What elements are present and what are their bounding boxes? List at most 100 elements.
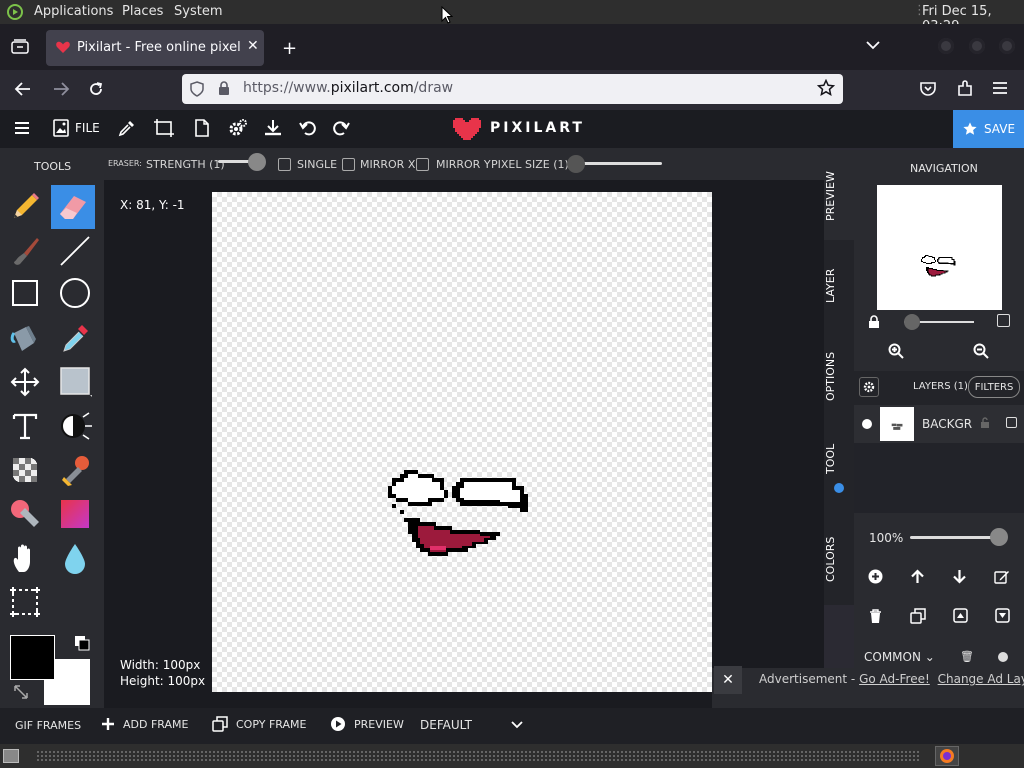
line-tool[interactable] xyxy=(53,229,97,273)
layer-settings-button[interactable] xyxy=(859,377,879,397)
eraser-tool[interactable] xyxy=(51,185,95,229)
window-close-button[interactable] xyxy=(999,38,1015,54)
swap-colors-icon[interactable] xyxy=(74,635,90,651)
fullscreen-checkbox[interactable] xyxy=(997,314,1010,327)
navigation-zoom-handle[interactable] xyxy=(904,314,920,330)
eyedropper-tool-icon[interactable] xyxy=(118,119,136,137)
tab-options[interactable]: OPTIONS xyxy=(824,348,854,404)
undo-icon[interactable] xyxy=(299,119,317,137)
url-bar[interactable]: https://www.pixilart.com/draw xyxy=(182,74,843,104)
download-icon[interactable] xyxy=(264,119,282,137)
pixel-size-slider-handle[interactable] xyxy=(567,155,585,173)
close-ad-button[interactable]: ✕ xyxy=(714,666,742,694)
tab-overview-icon[interactable] xyxy=(11,39,29,55)
os-logo-icon[interactable] xyxy=(7,4,25,20)
rectangle-tool[interactable] xyxy=(3,271,47,315)
shield-icon[interactable] xyxy=(190,81,204,97)
layer-row[interactable]: BACKGROUND xyxy=(854,405,1024,443)
app-menu-icon[interactable] xyxy=(14,121,30,135)
gradient-tool[interactable] xyxy=(53,492,97,536)
tab-layer[interactable]: LAYER xyxy=(824,266,854,306)
single-checkbox[interactable] xyxy=(278,157,291,171)
browser-tab-active[interactable]: Pixilart - Free online pixel ar ✕ xyxy=(46,30,264,66)
firefox-taskbar-button[interactable] xyxy=(935,746,959,766)
preview-button[interactable]: PREVIEW xyxy=(330,716,404,732)
redo-icon[interactable] xyxy=(332,119,350,137)
delete-layer-icon[interactable] xyxy=(869,609,882,624)
menu-places[interactable]: Places xyxy=(122,4,163,19)
bucket-fill-tool[interactable] xyxy=(3,316,47,360)
new-tab-button[interactable]: + xyxy=(282,38,297,59)
mirror-y-checkbox[interactable] xyxy=(416,157,429,171)
primary-color-swatch[interactable] xyxy=(10,635,55,680)
opacity-slider-handle[interactable] xyxy=(990,528,1008,546)
navigation-preview[interactable] xyxy=(877,185,1002,310)
resize-canvas-icon[interactable] xyxy=(153,118,175,138)
tab-preview[interactable]: PREVIEW xyxy=(824,168,854,224)
tab-list-icon[interactable] xyxy=(866,40,880,50)
reset-colors-icon[interactable] xyxy=(13,684,29,700)
pan-tool[interactable] xyxy=(3,536,47,580)
lock-icon[interactable] xyxy=(218,81,230,96)
circle-tool[interactable] xyxy=(53,271,97,315)
zoom-in-icon[interactable] xyxy=(888,343,904,359)
stamp-tool[interactable] xyxy=(53,448,97,492)
merge-up-icon[interactable] xyxy=(953,608,968,623)
frame-mode-select[interactable]: DEFAULT xyxy=(420,718,472,732)
brush-tool[interactable] xyxy=(3,229,47,273)
lock-icon[interactable] xyxy=(868,315,880,329)
move-tool[interactable] xyxy=(3,360,47,404)
show-desktop-icon[interactable] xyxy=(3,749,19,763)
edit-layer-icon[interactable] xyxy=(994,569,1010,584)
drawing-canvas[interactable] xyxy=(212,192,712,692)
file-button[interactable]: FILE xyxy=(53,119,100,137)
common-info-icon[interactable] xyxy=(998,652,1008,662)
dither-tool[interactable] xyxy=(53,404,97,448)
copy-frame-button[interactable]: COPY FRAME xyxy=(212,716,306,732)
layer-visibility-dot[interactable] xyxy=(862,419,872,429)
pixilart-logo-icon[interactable] xyxy=(451,116,483,142)
duplicate-layer-icon[interactable] xyxy=(910,608,926,624)
checker-tool[interactable] xyxy=(3,448,47,492)
opacity-slider-track[interactable] xyxy=(910,536,1000,539)
common-delete-icon[interactable]: 🗑 xyxy=(960,650,974,663)
merge-down-icon[interactable] xyxy=(995,608,1010,623)
pencil-tool[interactable] xyxy=(3,185,47,229)
blur-tool[interactable] xyxy=(53,536,97,580)
gif-frames-label[interactable]: GIF FRAMES xyxy=(15,719,81,732)
zoom-out-icon[interactable] xyxy=(973,343,989,359)
tab-close-icon[interactable]: ✕ xyxy=(247,38,259,54)
save-button[interactable]: SAVE xyxy=(953,110,1024,148)
text-tool[interactable] xyxy=(3,404,47,448)
mirror-x-checkbox[interactable] xyxy=(342,157,355,171)
chevron-down-icon[interactable] xyxy=(511,721,523,729)
back-arrow-icon[interactable] xyxy=(14,81,32,97)
move-layer-down-icon[interactable] xyxy=(952,569,967,584)
extensions-icon[interactable] xyxy=(956,80,974,98)
pocket-icon[interactable] xyxy=(919,80,937,98)
add-layer-icon[interactable] xyxy=(868,569,883,584)
filters-button[interactable]: FILTERS xyxy=(968,376,1020,398)
bookmark-star-icon[interactable] xyxy=(817,79,835,97)
window-minimize-button[interactable] xyxy=(938,38,954,54)
go-ad-free-link[interactable]: Go Ad-Free! xyxy=(859,672,930,686)
select-shape-tool[interactable] xyxy=(53,360,97,404)
layer-select-checkbox[interactable] xyxy=(1006,417,1017,428)
add-frame-button[interactable]: ADD FRAME xyxy=(101,717,188,731)
common-dropdown[interactable]: COMMON ⌄ xyxy=(864,650,935,664)
menu-applications[interactable]: Applications xyxy=(34,4,113,19)
change-ad-layout-link[interactable]: Change Ad Layout xyxy=(938,672,1024,686)
move-layer-up-icon[interactable] xyxy=(910,569,925,584)
magic-eraser-tool[interactable] xyxy=(3,492,47,536)
strength-slider-handle[interactable] xyxy=(248,153,266,171)
new-document-icon[interactable] xyxy=(195,119,209,137)
color-picker-tool[interactable] xyxy=(53,316,97,360)
menu-system[interactable]: System xyxy=(174,4,222,19)
tab-tool[interactable]: TOOL xyxy=(824,442,854,476)
layer-lock-icon[interactable] xyxy=(980,417,990,429)
hamburger-menu-icon[interactable] xyxy=(992,81,1008,95)
settings-gears-icon[interactable] xyxy=(228,118,248,138)
forward-arrow-icon[interactable] xyxy=(52,81,70,97)
selection-tool[interactable] xyxy=(3,580,47,624)
tab-colors[interactable]: COLORS xyxy=(824,534,854,584)
